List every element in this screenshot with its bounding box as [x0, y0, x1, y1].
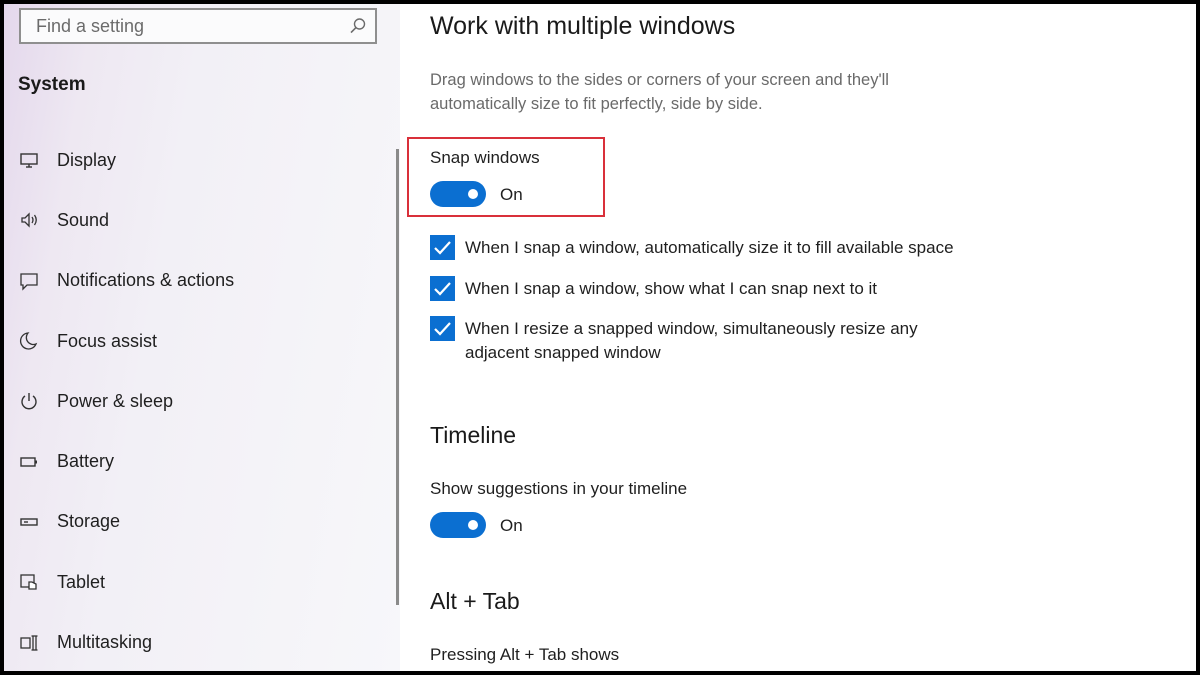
checkbox-checked-icon[interactable] [430, 276, 455, 301]
checkbox-label: When I resize a snapped window, simultan… [465, 319, 918, 362]
sidebar-item-battery[interactable]: Battery [4, 431, 394, 491]
sidebar-item-display[interactable]: Display [4, 130, 394, 190]
section-heading-multiple-windows: Work with multiple windows [430, 12, 736, 40]
timeline-suggestions-toggle[interactable] [430, 512, 486, 538]
sound-icon [21, 212, 37, 229]
sidebar-item-focus-assist[interactable]: Focus assist [4, 311, 394, 371]
tablet-icon [20, 574, 37, 590]
sidebar-scrollbar[interactable] [396, 149, 399, 605]
moon-icon [19, 332, 38, 350]
sidebar-item-label: Focus assist [57, 330, 158, 351]
sidebar-item-label: Power & sleep [57, 390, 174, 411]
notifications-icon [20, 273, 38, 291]
sidebar-title: System [18, 74, 86, 95]
section-heading-alt-tab: Alt + Tab [430, 588, 520, 614]
sidebar-item-label: Tablet [57, 571, 106, 592]
search-input[interactable] [21, 10, 341, 42]
sidebar-item-sound[interactable]: Sound [4, 190, 394, 250]
section-heading-timeline: Timeline [430, 422, 517, 448]
checkbox-checked-icon[interactable] [430, 235, 455, 260]
main-content: Work with multiple windows Drag windows … [407, 4, 1190, 671]
timeline-suggestions-label: Show suggestions in your timeline [430, 479, 688, 498]
sidebar-nav: Display Sound Notifications & actions Fo… [4, 130, 394, 671]
battery-icon [20, 456, 37, 467]
multitasking-icon [20, 634, 38, 651]
settings-window: System Display Sound [4, 4, 1196, 671]
section-description: Drag windows to the sides or corners of … [430, 71, 889, 113]
sidebar-item-label: Sound [57, 209, 110, 230]
snap-windows-state: On [500, 185, 523, 204]
sidebar-item-multitasking[interactable]: Multitasking [4, 612, 394, 671]
sidebar: System Display Sound [4, 4, 400, 671]
snap-windows-label: Snap windows [430, 148, 540, 167]
alt-tab-label: Pressing Alt + Tab shows [430, 645, 620, 664]
checkbox-label: When I snap a window, show what I can sn… [465, 279, 878, 298]
sidebar-item-notifications[interactable]: Notifications & actions [4, 251, 394, 311]
sidebar-item-label: Battery [57, 451, 115, 472]
display-icon [20, 153, 38, 168]
sidebar-item-tablet[interactable]: Tablet [4, 552, 394, 612]
power-icon [21, 393, 37, 410]
search-icon[interactable] [349, 17, 367, 35]
checkbox-checked-icon[interactable] [430, 316, 455, 341]
sidebar-item-label: Notifications & actions [57, 270, 235, 291]
search-box[interactable] [19, 8, 377, 44]
sidebar-item-label: Display [57, 149, 117, 170]
checkbox-label: When I snap a window, automatically size… [465, 238, 954, 257]
sidebar-item-label: Multitasking [57, 632, 153, 653]
timeline-suggestions-state: On [500, 516, 523, 535]
sidebar-item-label: Storage [57, 511, 121, 532]
storage-icon [20, 518, 38, 526]
sidebar-item-power-sleep[interactable]: Power & sleep [4, 371, 394, 431]
snap-windows-toggle[interactable] [430, 181, 486, 207]
sidebar-item-storage[interactable]: Storage [4, 492, 394, 552]
